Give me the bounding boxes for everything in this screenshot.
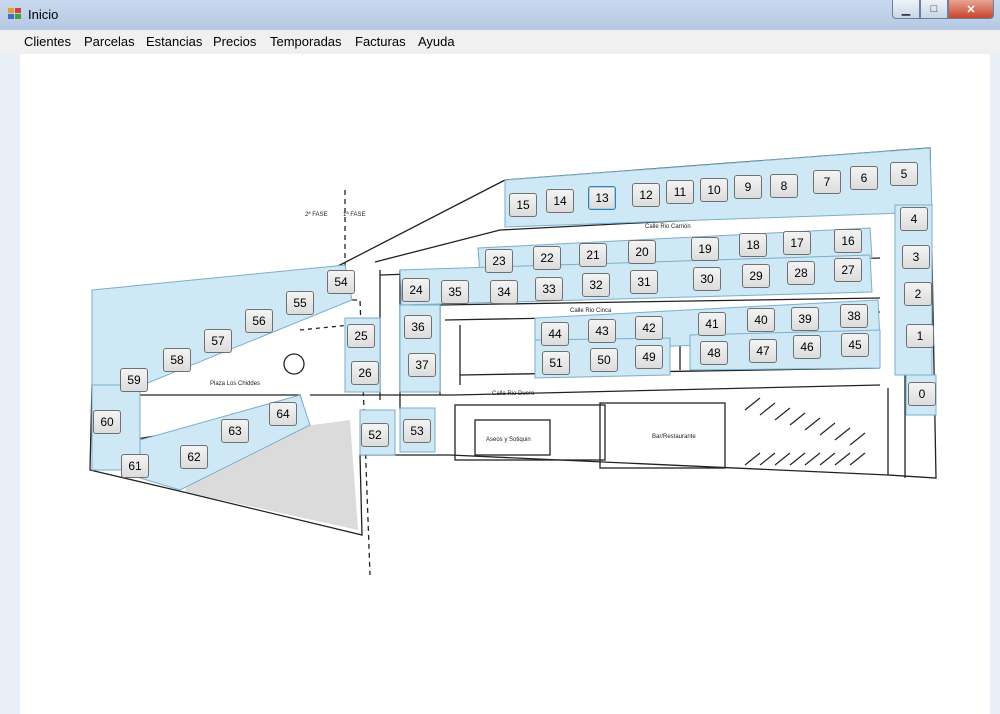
plot-button[interactable]: 9 xyxy=(734,175,762,199)
plot-button[interactable]: 47 xyxy=(749,339,777,363)
plot-button[interactable]: 29 xyxy=(742,264,770,288)
plot-button[interactable]: 60 xyxy=(93,410,121,434)
plot-button[interactable]: 3 xyxy=(902,245,930,269)
plot-button[interactable]: 0 xyxy=(908,382,936,406)
plot-button[interactable]: 41 xyxy=(698,312,726,336)
plot-button[interactable]: 2 xyxy=(904,282,932,306)
plot-button[interactable]: 1 xyxy=(906,324,934,348)
plot-button[interactable]: 58 xyxy=(163,348,191,372)
label-bar: Bar/Restaurante xyxy=(652,434,696,440)
plot-button[interactable]: 55 xyxy=(286,291,314,315)
plot-button[interactable]: 31 xyxy=(630,270,658,294)
plot-button[interactable]: 39 xyxy=(791,307,819,331)
plot-button[interactable]: 27 xyxy=(834,258,862,282)
plot-button[interactable]: 45 xyxy=(841,333,869,357)
campsite-plan: 2ª FASE 1ª FASE Calle Rio Carrión Calle … xyxy=(89,147,937,576)
plot-button[interactable]: 48 xyxy=(700,341,728,365)
plot-button[interactable]: 15 xyxy=(509,193,537,217)
plot-button[interactable]: 57 xyxy=(204,329,232,353)
plot-button[interactable]: 53 xyxy=(403,419,431,443)
plot-button[interactable]: 18 xyxy=(739,233,767,257)
plot-button[interactable]: 52 xyxy=(361,423,389,447)
plot-button[interactable]: 5 xyxy=(890,162,918,186)
plot-button[interactable]: 13 xyxy=(588,186,616,210)
plot-button[interactable]: 35 xyxy=(441,280,469,304)
plot-button[interactable]: 14 xyxy=(546,189,574,213)
plot-button[interactable]: 40 xyxy=(747,308,775,332)
plot-button[interactable]: 33 xyxy=(535,277,563,301)
plot-button[interactable]: 6 xyxy=(850,166,878,190)
label-calle-top: Calle Rio Carrión xyxy=(645,224,691,230)
plot-button[interactable]: 44 xyxy=(541,322,569,346)
plot-button[interactable]: 22 xyxy=(533,246,561,270)
label-calle-low: Calle Rio Duero xyxy=(492,391,535,397)
plot-button[interactable]: 42 xyxy=(635,316,663,340)
plot-button[interactable]: 32 xyxy=(582,273,610,297)
plot-button[interactable]: 23 xyxy=(485,249,513,273)
plot-button[interactable]: 61 xyxy=(121,454,149,478)
plot-button[interactable]: 28 xyxy=(787,261,815,285)
plot-button[interactable]: 46 xyxy=(793,335,821,359)
plot-button[interactable]: 19 xyxy=(691,237,719,261)
plot-button[interactable]: 17 xyxy=(783,231,811,255)
plot-button[interactable]: 62 xyxy=(180,445,208,469)
plot-button[interactable]: 4 xyxy=(900,207,928,231)
plot-button[interactable]: 38 xyxy=(840,304,868,328)
plot-button[interactable]: 12 xyxy=(632,183,660,207)
label-fase2: 2ª FASE xyxy=(305,211,328,218)
plot-button[interactable]: 56 xyxy=(245,309,273,333)
label-plaza: Plaza Los Chiddes xyxy=(210,381,260,387)
plot-button[interactable]: 30 xyxy=(693,267,721,291)
plot-button[interactable]: 21 xyxy=(579,243,607,267)
plot-button[interactable]: 64 xyxy=(269,402,297,426)
plot-button[interactable]: 36 xyxy=(404,315,432,339)
plot-button[interactable]: 8 xyxy=(770,174,798,198)
label-fase1: 1ª FASE xyxy=(343,211,366,218)
plot-button[interactable]: 43 xyxy=(588,319,616,343)
plot-button[interactable]: 26 xyxy=(351,361,379,385)
plot-button[interactable]: 51 xyxy=(542,351,570,375)
plot-button[interactable]: 49 xyxy=(635,345,663,369)
plot-button[interactable]: 16 xyxy=(834,229,862,253)
plot-button[interactable]: 20 xyxy=(628,240,656,264)
label-aseos: Aseos y Sotiquin xyxy=(486,437,531,443)
plot-button[interactable]: 63 xyxy=(221,419,249,443)
plot-button[interactable]: 50 xyxy=(590,348,618,372)
plot-button[interactable]: 59 xyxy=(120,368,148,392)
plot-button[interactable]: 24 xyxy=(402,278,430,302)
plot-button[interactable]: 37 xyxy=(408,353,436,377)
label-calle-mid: Calle Rio Cinca xyxy=(570,308,612,314)
plot-button[interactable]: 54 xyxy=(327,270,355,294)
plot-button[interactable]: 34 xyxy=(490,280,518,304)
plot-button[interactable]: 11 xyxy=(666,180,694,204)
plot-button[interactable]: 7 xyxy=(813,170,841,194)
plot-button[interactable]: 25 xyxy=(347,324,375,348)
plot-button[interactable]: 10 xyxy=(700,178,728,202)
